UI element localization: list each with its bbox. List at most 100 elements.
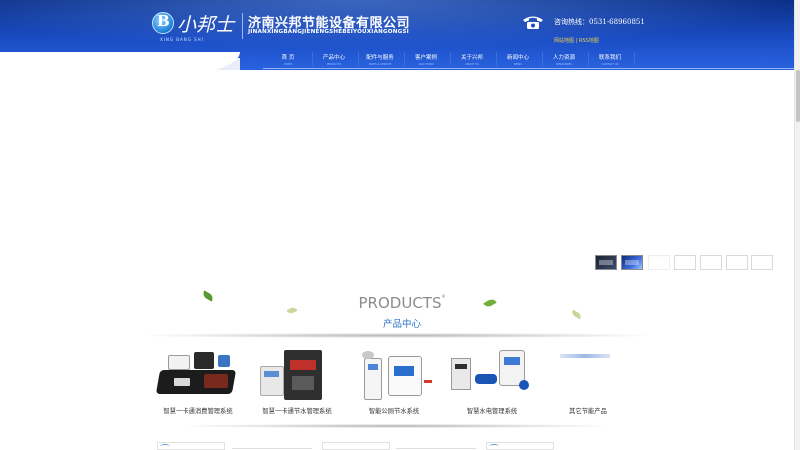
water-electric-meter-product-image[interactable] (449, 350, 535, 402)
hotline-number: 0531-68960851 (589, 18, 645, 26)
nav-item-about[interactable]: 关于兴邦 ABOUT US (449, 49, 495, 69)
products-divider (150, 333, 645, 338)
banner-thumbnail-1[interactable] (595, 255, 617, 270)
nav-item-label: 配件与服务 (366, 55, 394, 61)
trademark-mark: ® (441, 294, 446, 299)
nav-item-parts-service[interactable]: 配件与服务 PARTS & SERVICE (357, 49, 403, 69)
company-name-en: JINANXINGBANGJIENENGSHEBEIYOUXIANGONGSI (248, 29, 409, 35)
product-label[interactable]: 智慧一卡通节水管理系统 (249, 406, 345, 415)
box-mark (489, 444, 499, 448)
products-title-en: PRODUCTS® (357, 294, 447, 312)
water-controller-product-image[interactable] (252, 350, 338, 402)
nav-item-sublabel: PARTS & SERVICE (368, 63, 392, 66)
nav-underline (263, 68, 794, 69)
nav-item-label: 产品中心 (322, 55, 345, 61)
nav-item-news[interactable]: 新闻中心 NEWS (495, 49, 541, 69)
nav-item-products[interactable]: 产品中心 PRODUCTS (311, 49, 357, 69)
sitemap-link[interactable]: 网站地图 (554, 38, 574, 44)
product-shape (362, 351, 374, 359)
content-box[interactable] (322, 442, 390, 450)
nav-item-label: 人力资源 (552, 55, 575, 61)
product-shape (292, 376, 314, 390)
leaf-decoration-icon (286, 306, 298, 315)
nav-item-sublabel: SOLUTIONS (418, 63, 434, 66)
product-shape (451, 358, 471, 390)
telephone-icon (523, 16, 543, 29)
product-card-water-saving-system[interactable]: 智慧一卡通节水管理系统 (252, 350, 338, 415)
product-shape (368, 364, 378, 370)
logo-text: 小邦士 (177, 14, 235, 36)
vertical-scrollbar[interactable] (794, 0, 800, 450)
leaf-decoration-icon (201, 290, 215, 302)
nav-item-cases[interactable]: 客户案例 SOLUTIONS (403, 49, 449, 69)
banner-thumbnail-5[interactable] (700, 255, 722, 270)
nav-item-label: 新闻中心 (506, 55, 529, 61)
banner-thumbnail-3[interactable]: ........................ (648, 255, 670, 270)
product-shape (504, 357, 520, 365)
product-label[interactable]: 其它节能产品 (540, 406, 636, 415)
nav-separator (634, 52, 635, 66)
nav-item-home[interactable]: 首 页 HOME (265, 49, 311, 69)
nav-item-sublabel: NEWS (514, 63, 522, 66)
product-shape (560, 354, 610, 358)
banner-thumbnail-4[interactable] (674, 255, 696, 270)
top-links: 网站地图 | RSS地图 (554, 37, 599, 44)
hotline: 咨询热线：0531-68960851 (554, 17, 645, 27)
product-shape (388, 356, 422, 396)
other-products-image[interactable] (546, 350, 632, 402)
banner-thumbnail-2[interactable] (621, 255, 643, 270)
content-line (232, 448, 312, 449)
product-label[interactable]: 智慧一卡通消费管理系统 (150, 406, 246, 415)
toilet-water-saver-product-image[interactable] (350, 350, 436, 402)
nav-item-label: 关于兴邦 (460, 55, 483, 61)
product-shape (204, 374, 228, 388)
products-title-cn: 产品中心 (382, 319, 421, 330)
products-title-en-text: PRODUCTS (358, 294, 442, 312)
nav-item-label: 首 页 (281, 55, 295, 61)
nav-item-label: 客户案例 (414, 55, 437, 61)
product-shape (264, 371, 279, 377)
product-shape (174, 378, 190, 386)
product-shape (194, 352, 214, 369)
nav-item-contact[interactable]: 联系我们 CONTACT US (587, 49, 633, 69)
logo-letter: B (157, 12, 170, 30)
product-label[interactable]: 智慧水电管理系统 (444, 406, 540, 415)
product-shape (455, 364, 467, 369)
scrollbar-thumb[interactable] (796, 70, 800, 122)
nav-item-label: 联系我们 (598, 55, 621, 61)
card-terminal-product-image[interactable] (154, 350, 240, 402)
banner-thumbnail-6[interactable] (726, 255, 748, 270)
leaf-decoration-icon (570, 309, 583, 320)
product-card-water-electric-system[interactable]: 智慧水电管理系统 (449, 350, 535, 415)
product-card-consumption-system[interactable]: 智慧一卡通消费管理系统 (154, 350, 240, 415)
product-shape (168, 355, 190, 370)
nav-item-sublabel: RESOURCES (556, 63, 572, 66)
product-shape (290, 360, 316, 370)
nav-item-sublabel: PRODUCTS (326, 63, 342, 66)
product-label[interactable]: 智能公厕节水系统 (346, 406, 442, 415)
content-box[interactable] (157, 442, 225, 450)
nav-item-sublabel: HOME (284, 63, 292, 66)
nav-item-sublabel: ABOUT US (465, 63, 479, 66)
product-shape (424, 380, 432, 383)
leaf-decoration-icon (483, 297, 497, 309)
thumbnail-image (599, 260, 613, 265)
box-mark (160, 444, 170, 448)
product-card-toilet-water-saver[interactable]: 智能公厕节水系统 (350, 350, 436, 415)
product-shape (475, 374, 497, 384)
product-card-other-products[interactable]: 其它节能产品 (546, 350, 632, 415)
product-shape (519, 380, 529, 390)
product-shape (218, 355, 230, 367)
thumbnail-text: ........................ (651, 257, 667, 259)
nav-item-sublabel: CONTACT US (601, 63, 619, 66)
nav-item-hr[interactable]: 人力资源 RESOURCES (541, 49, 587, 69)
banner-thumbnail-7[interactable] (751, 255, 773, 270)
header-swoosh (0, 52, 240, 70)
product-shape (394, 366, 414, 376)
hotline-label: 咨询热线： (554, 18, 589, 26)
rss-sitemap-link[interactable]: RSS地图 (579, 38, 599, 44)
logo-divider (242, 13, 243, 39)
content-box[interactable] (486, 442, 554, 450)
link-separator: | (575, 38, 578, 44)
logo[interactable]: B 小邦士 XING BANG SHI (152, 10, 240, 42)
